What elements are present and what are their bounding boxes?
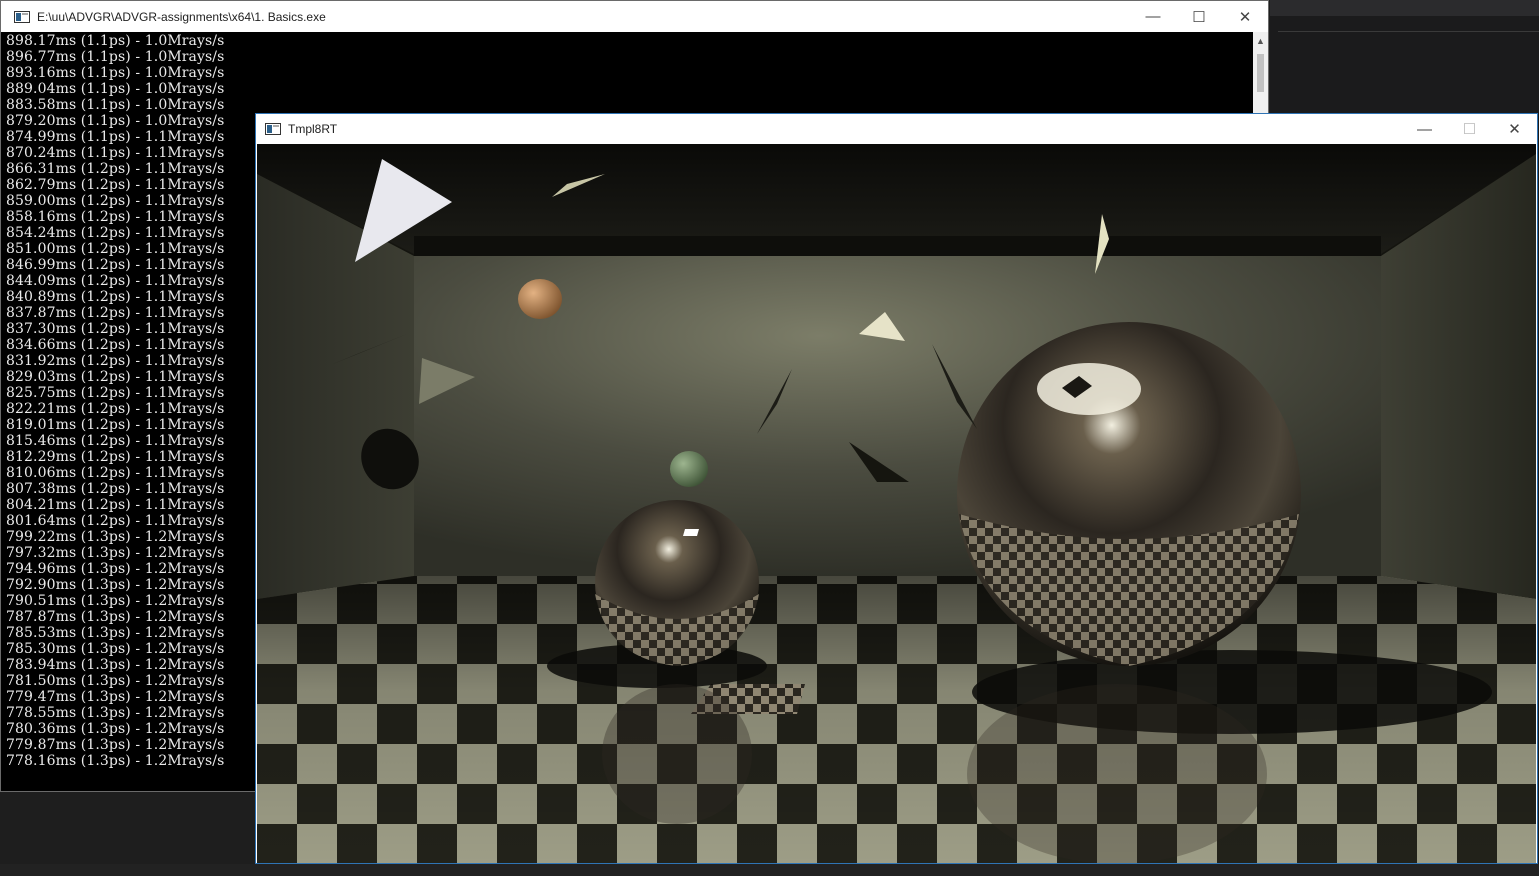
console-line: 787.87ms (1.3ps) - 1.2Mrays/s [6,609,225,625]
maximize-button[interactable]: ☐ [1447,114,1492,144]
raytraced-viewport[interactable] [257,144,1536,863]
console-line: 896.77ms (1.1ps) - 1.0Mrays/s [6,49,225,65]
console-line: 862.79ms (1.2ps) - 1.1Mrays/s [6,177,225,193]
console-line: 840.89ms (1.2ps) - 1.1Mrays/s [6,289,225,305]
console-line: 879.20ms (1.1ps) - 1.0Mrays/s [6,113,225,129]
background-window-titlebar [1270,0,1539,16]
console-line: 854.24ms (1.2ps) - 1.1Mrays/s [6,225,225,241]
large-mirror-sphere [957,322,1301,666]
console-line: 822.21ms (1.2ps) - 1.1Mrays/s [6,401,225,417]
render-window-controls: — ☐ ✕ [1402,114,1537,144]
console-line: 819.01ms (1.2ps) - 1.1Mrays/s [6,417,225,433]
scroll-up-button[interactable]: ▲ [1253,32,1268,49]
console-line: 794.96ms (1.3ps) - 1.2Mrays/s [6,561,225,577]
console-line: 831.92ms (1.2ps) - 1.1Mrays/s [6,353,225,369]
console-line: 790.51ms (1.3ps) - 1.2Mrays/s [6,593,225,609]
console-window-controls: — ☐ ✕ [1130,1,1268,32]
minimize-icon: — [1417,120,1432,138]
console-line: 785.30ms (1.3ps) - 1.2Mrays/s [6,641,225,657]
console-line: 807.38ms (1.2ps) - 1.1Mrays/s [6,481,225,497]
console-line: 889.04ms (1.1ps) - 1.0Mrays/s [6,81,225,97]
console-line: 810.06ms (1.2ps) - 1.1Mrays/s [6,465,225,481]
console-line: 858.16ms (1.2ps) - 1.1Mrays/s [6,209,225,225]
console-title: E:\uu\ADVGR\ADVGR-assignments\x64\1. Bas… [37,9,326,24]
console-line: 778.55ms (1.3ps) - 1.2Mrays/s [6,705,225,721]
minimize-button[interactable]: — [1130,1,1176,32]
console-app-icon [14,10,30,23]
small-mirror-sphere [595,500,759,666]
console-line: 812.29ms (1.2ps) - 1.1Mrays/s [6,449,225,465]
console-line: 834.66ms (1.2ps) - 1.1Mrays/s [6,337,225,353]
console-line: 851.00ms (1.2ps) - 1.1Mrays/s [6,241,225,257]
close-icon: ✕ [1508,121,1521,138]
render-window: Tmpl8RT — ☐ ✕ [255,113,1538,864]
console-line: 825.75ms (1.2ps) - 1.1Mrays/s [6,385,225,401]
maximize-button[interactable]: ☐ [1176,1,1222,32]
orange-sphere [518,279,562,319]
maximize-icon: ☐ [1462,121,1477,138]
console-line: 780.36ms (1.3ps) - 1.2Mrays/s [6,721,225,737]
console-line: 898.17ms (1.1ps) - 1.0Mrays/s [6,33,225,49]
console-line: 799.22ms (1.3ps) - 1.2Mrays/s [6,529,225,545]
console-line: 829.03ms (1.2ps) - 1.1Mrays/s [6,369,225,385]
taskbar-edge [0,864,1539,876]
console-line: 837.30ms (1.2ps) - 1.1Mrays/s [6,321,225,337]
green-sphere [670,451,708,487]
console-line: 781.50ms (1.3ps) - 1.2Mrays/s [6,673,225,689]
console-line: 870.24ms (1.1ps) - 1.1Mrays/s [6,145,225,161]
console-line: 792.90ms (1.3ps) - 1.2Mrays/s [6,577,225,593]
console-line: 866.31ms (1.2ps) - 1.1Mrays/s [6,161,225,177]
chevron-up-icon: ▲ [1256,35,1265,46]
render-titlebar[interactable]: Tmpl8RT — ☐ ✕ [256,114,1537,144]
close-button[interactable]: ✕ [1492,114,1537,144]
console-line: 804.21ms (1.2ps) - 1.1Mrays/s [6,497,225,513]
render-app-icon [265,123,281,135]
small-sphere-reflection [602,684,752,824]
console-line: 801.64ms (1.2ps) - 1.1Mrays/s [6,513,225,529]
console-line: 846.99ms (1.2ps) - 1.1Mrays/s [6,257,225,273]
console-line: 883.58ms (1.1ps) - 1.0Mrays/s [6,97,225,113]
maximize-icon: ☐ [1192,8,1206,26]
console-line: 778.16ms (1.3ps) - 1.2Mrays/s [6,753,225,769]
background-window-divider [1278,31,1539,32]
minimize-icon: — [1145,8,1161,25]
console-line: 859.00ms (1.2ps) - 1.1Mrays/s [6,193,225,209]
console-line: 783.94ms (1.3ps) - 1.2Mrays/s [6,657,225,673]
large-sphere-reflection [967,684,1267,863]
console-titlebar[interactable]: E:\uu\ADVGR\ADVGR-assignments\x64\1. Bas… [1,1,1268,32]
console-line: 815.46ms (1.2ps) - 1.1Mrays/s [6,433,225,449]
console-line: 893.16ms (1.1ps) - 1.0Mrays/s [6,65,225,81]
scrollbar-thumb[interactable] [1257,54,1264,92]
render-scene [257,144,1536,863]
console-line: 779.87ms (1.3ps) - 1.2Mrays/s [6,737,225,753]
console-line: 797.32ms (1.3ps) - 1.2Mrays/s [6,545,225,561]
console-line: 779.47ms (1.3ps) - 1.2Mrays/s [6,689,225,705]
minimize-button[interactable]: — [1402,114,1447,144]
console-line: 874.99ms (1.1ps) - 1.1Mrays/s [6,129,225,145]
render-title: Tmpl8RT [288,122,338,136]
console-line: 844.09ms (1.2ps) - 1.1Mrays/s [6,273,225,289]
ceiling-beam [414,236,1381,256]
console-line: 837.87ms (1.2ps) - 1.1Mrays/s [6,305,225,321]
console-line: 785.53ms (1.3ps) - 1.2Mrays/s [6,625,225,641]
close-icon: ✕ [1238,8,1252,26]
console-output: 898.17ms (1.1ps) - 1.0Mrays/s 896.77ms (1… [6,33,251,773]
close-button[interactable]: ✕ [1222,1,1268,32]
